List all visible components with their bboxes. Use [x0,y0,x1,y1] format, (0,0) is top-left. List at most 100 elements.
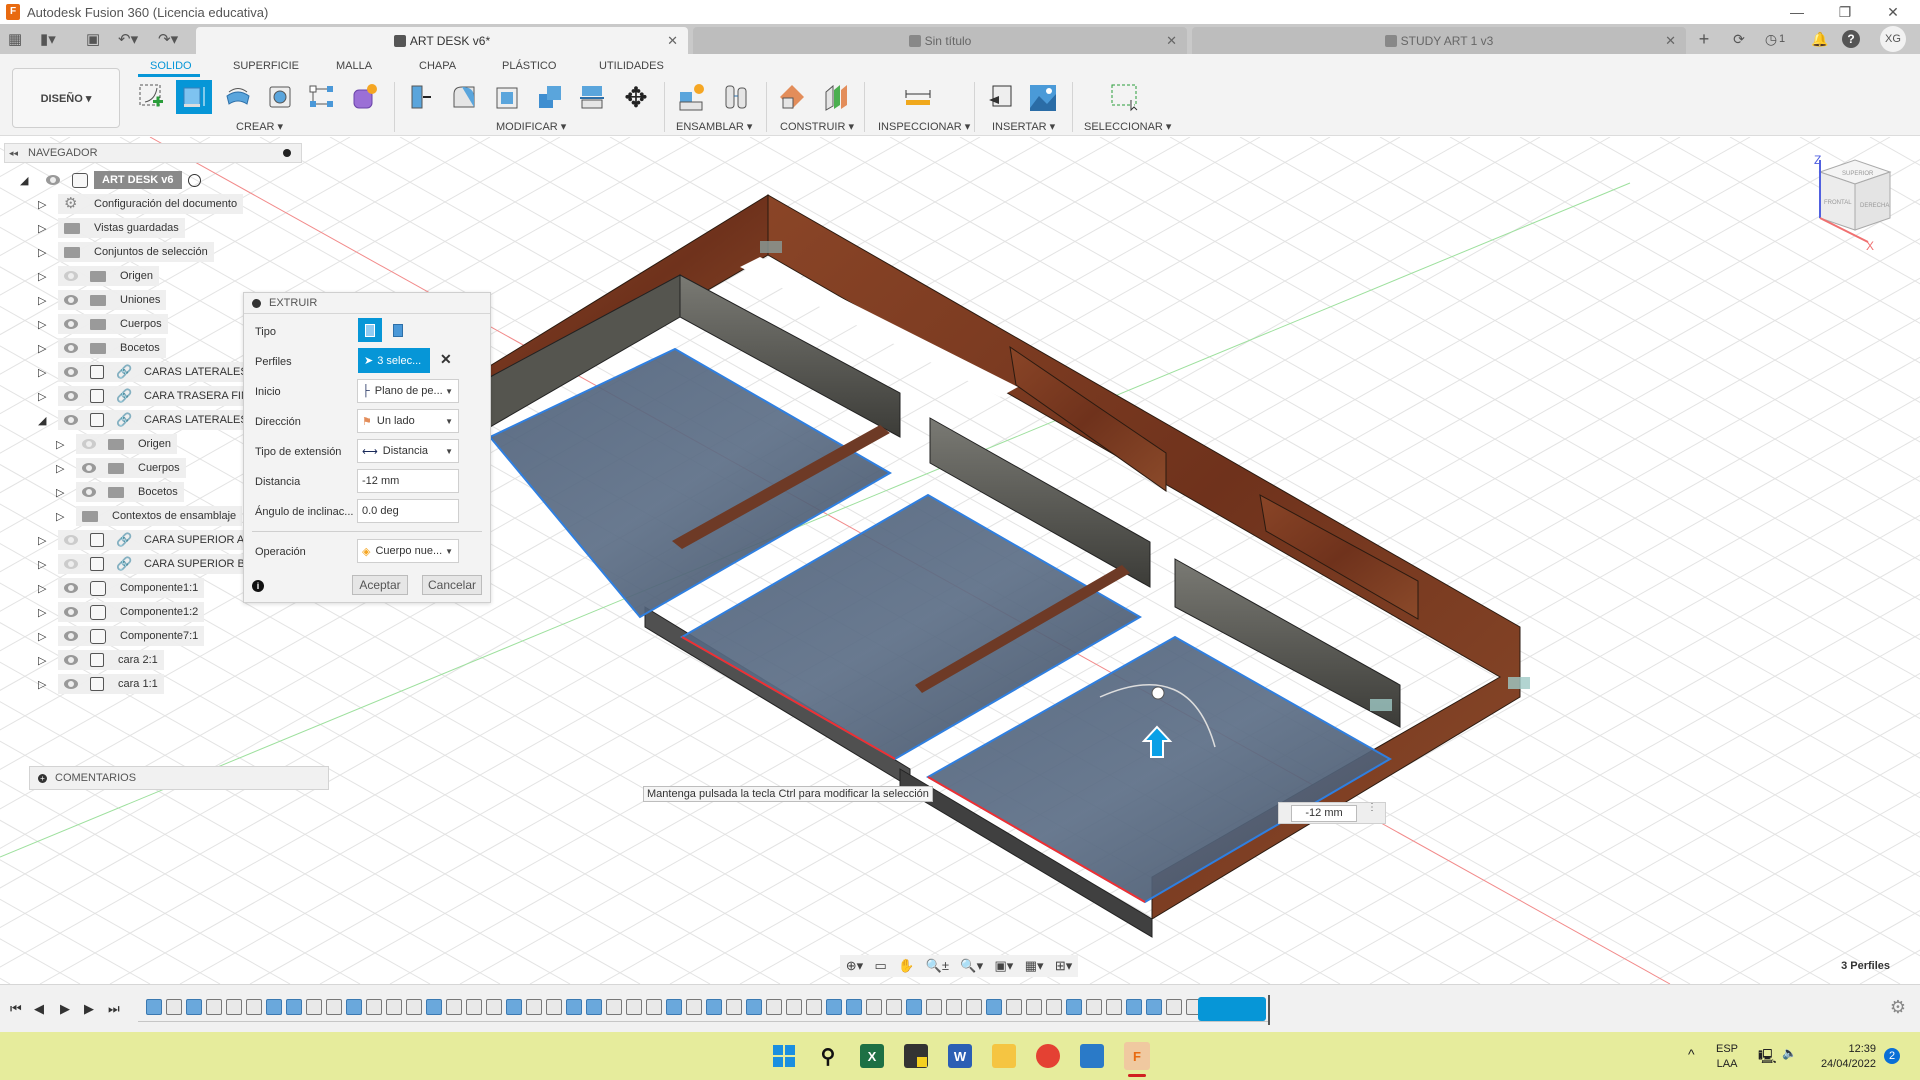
expand-icon[interactable]: ▷ [38,198,48,211]
timeline-feature[interactable] [946,999,962,1015]
visibility-icon[interactable] [82,487,96,497]
browser-root[interactable]: ◢ ART DESK v6 [20,170,201,190]
close-tab-icon[interactable]: ✕ [667,33,678,49]
browser-item-body[interactable]: Componente1:2 [58,602,205,622]
visibility-icon[interactable] [82,463,96,473]
timeline-feature[interactable] [226,999,242,1015]
collapse-browser-icon[interactable]: ◂◂ [9,148,18,159]
browser-item-body[interactable]: 🔗 CARAS LATERALES [58,362,254,382]
browser-item-body[interactable]: Bocetos [76,482,184,502]
browser-item[interactable]: ▷ Origen [38,266,160,286]
browser-item-body[interactable]: Vistas guardadas [58,218,185,238]
expand-icon[interactable]: ▷ [38,558,48,571]
collapse-icon[interactable]: ◢ [38,414,48,427]
browser-header[interactable]: ◂◂ NAVEGADOR [4,143,302,163]
browser-item[interactable]: ◢ 🔗 CARAS LATERALES [38,410,254,430]
expand-icon[interactable]: ▷ [56,462,66,475]
timeline-feature[interactable] [1146,999,1162,1015]
insert-canvas-icon[interactable] [1024,80,1060,114]
close-tab-icon[interactable]: ✕ [1665,33,1676,49]
expand-icon[interactable]: ▷ [38,390,48,403]
expand-icon[interactable]: ▷ [38,366,48,379]
visibility-icon[interactable] [64,631,78,641]
fillet-icon[interactable] [446,80,482,114]
play-icon[interactable]: ▶ [60,1001,70,1017]
timeline-feature[interactable] [1026,999,1042,1015]
browser-item-body[interactable]: Componente7:1 [58,626,205,646]
chrome-icon[interactable] [1036,1044,1060,1068]
browser-item-body[interactable]: 🔗 CARA SUPERIOR A v [58,530,259,550]
expand-icon[interactable]: ▷ [38,222,48,235]
hidden-eye-icon[interactable] [64,559,78,569]
move-copy-icon[interactable]: ✥ [618,80,654,114]
timeline-feature[interactable] [546,999,562,1015]
timeline-feature[interactable] [466,999,482,1015]
hidden-eye-icon[interactable] [64,271,78,281]
tab-malla[interactable]: MALLA [336,60,372,72]
timeline-feature[interactable] [246,999,262,1015]
expand-icon[interactable]: ▷ [38,342,48,355]
operation-dropdown[interactable]: ◈ Cuerpo nue... ▼ [357,539,459,563]
timeline-feature[interactable] [486,999,502,1015]
distance-manipulator-input[interactable]: -12 mm ⋮ [1278,802,1386,824]
timeline-feature[interactable] [366,999,382,1015]
collapse-icon[interactable]: ◢ [20,174,30,187]
go-to-end-icon[interactable]: ⏭ [108,1001,120,1017]
timeline-feature[interactable] [506,999,522,1015]
clock[interactable]: 12:39 24/04/2022 [1812,1042,1876,1072]
tab-solido[interactable]: SOLIDO [150,60,192,72]
browser-item-body[interactable]: 🔗 CARA SUPERIOR B v [58,554,260,574]
browser-item[interactable]: ▷ 🔗 CARA SUPERIOR A v [38,530,259,550]
expand-icon[interactable]: ▷ [38,534,48,547]
close-window-button[interactable]: ✕ [1870,0,1916,24]
info-icon[interactable]: i [252,580,264,592]
tab-utilidades[interactable]: UTILIDADES [599,60,664,72]
start-dropdown[interactable]: ├ Plano de pe... ▼ [357,379,459,403]
tab-sin-titulo[interactable]: Sin título ✕ [693,27,1187,54]
language-indicator[interactable]: ESP LAA [1716,1042,1738,1072]
browser-item[interactable]: ▷ Componente1:2 [38,602,205,622]
timeline-feature[interactable] [926,999,942,1015]
timeline-feature[interactable] [706,999,722,1015]
expand-icon[interactable]: ▷ [56,510,66,523]
browser-item[interactable]: ▷ Vistas guardadas [38,218,185,238]
expand-icon[interactable]: ▷ [38,678,48,691]
timeline-feature[interactable] [206,999,222,1015]
timeline-feature[interactable] [166,999,182,1015]
tab-chapa[interactable]: CHAPA [419,60,456,72]
timeline-feature[interactable] [1046,999,1062,1015]
visibility-icon[interactable] [46,175,60,185]
timeline-feature[interactable] [866,999,882,1015]
browser-item-body[interactable]: Contextos de ensamblaje [76,506,243,526]
activate-radio-icon[interactable] [187,173,201,187]
expand-comments-icon[interactable]: + [38,773,47,783]
visibility-icon[interactable] [64,391,78,401]
browser-item[interactable]: ▷ 🔗 CARA SUPERIOR B v [38,554,260,574]
timeline-feature[interactable] [726,999,742,1015]
browser-item-body[interactable]: 🔗 CARAS LATERALES [58,410,254,430]
browser-item[interactable]: ▷ Uniones [38,290,167,310]
visibility-icon[interactable] [64,679,78,689]
timeline-feature[interactable] [786,999,802,1015]
group-inspeccionar[interactable]: INSPECCIONAR ▾ [878,120,970,133]
timeline-feature[interactable] [846,999,862,1015]
profiles-selector[interactable]: ➤ 3 selec... [358,348,430,373]
pan-icon[interactable]: ✋ [898,958,914,974]
visibility-icon[interactable] [64,655,78,665]
browser-item-body[interactable]: Origen [58,266,160,286]
timeline-settings-icon[interactable]: ⚙ [1890,997,1906,1018]
tab-plastico[interactable]: PLÁSTICO [502,60,556,72]
browser-item-body[interactable]: 🔗 CARA TRASERA FIN [58,386,255,406]
fusion-360-taskbar-icon[interactable]: F [1124,1042,1150,1070]
timeline-feature[interactable] [1126,999,1142,1015]
timeline-feature[interactable] [326,999,342,1015]
collapse-dialog-icon[interactable] [252,298,261,308]
timeline-feature[interactable] [746,999,762,1015]
create-sketch-icon[interactable] [134,80,170,114]
hole-icon[interactable] [262,80,298,114]
timeline-feature[interactable] [806,999,822,1015]
timeline-feature[interactable] [606,999,622,1015]
notification-badge[interactable]: 2 [1884,1048,1900,1064]
browser-item[interactable]: ▷ Cuerpos [38,314,168,334]
timeline-feature[interactable] [626,999,642,1015]
